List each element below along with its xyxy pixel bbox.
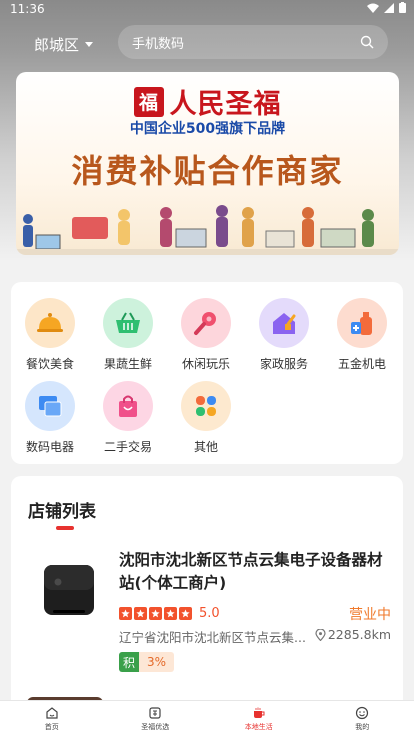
status-time: 11:36 bbox=[10, 2, 45, 16]
points-tag: 积 3% bbox=[119, 652, 175, 672]
location-label: 郎城区 bbox=[34, 36, 80, 54]
chevron-down-icon bbox=[85, 42, 94, 47]
home-icon bbox=[46, 706, 58, 719]
category-label: 果蔬生鲜 bbox=[103, 357, 152, 371]
category-other[interactable]: 其他 bbox=[167, 381, 245, 455]
coffee-icon bbox=[253, 707, 265, 718]
tab-label: 首页 bbox=[44, 722, 59, 731]
category-label: 二手交易 bbox=[103, 440, 152, 454]
category-secondhand[interactable]: 二手交易 bbox=[89, 381, 167, 455]
store-rating: 5.0 bbox=[119, 606, 220, 621]
store-name[interactable]: 沈阳市沈北新区节点云集电子设备器材站(个体工商户) bbox=[119, 549, 394, 595]
category-label: 家政服务 bbox=[259, 357, 308, 371]
store-status: 营业中 bbox=[349, 607, 391, 623]
category-housekeeping[interactable]: 家政服务 bbox=[245, 298, 323, 372]
grid-icon bbox=[181, 381, 231, 431]
house-icon bbox=[259, 298, 309, 348]
devices-icon bbox=[25, 381, 75, 431]
category-digital[interactable]: 数码电器 bbox=[11, 381, 89, 455]
location-pin-icon bbox=[315, 628, 326, 641]
category-hardware[interactable]: 五金机电 bbox=[323, 298, 401, 372]
brand-row: 福 人民圣福 bbox=[16, 82, 399, 121]
bottom-nav: 首页 圣福优选 本地生活 我的 bbox=[0, 700, 414, 736]
category-label: 数码电器 bbox=[25, 440, 74, 454]
shopping-bag-icon bbox=[103, 381, 153, 431]
tab-mine[interactable]: 我的 bbox=[311, 701, 414, 736]
distance-value: 2285.8km bbox=[327, 627, 391, 642]
points-tag-value: 3% bbox=[139, 652, 175, 672]
status-bar: 11:36 bbox=[0, 0, 414, 20]
tab-shengfu-select[interactable]: 圣福优选 bbox=[104, 701, 208, 736]
star-icon bbox=[164, 607, 177, 620]
category-label: 餐饮美食 bbox=[25, 357, 74, 371]
basket-icon bbox=[103, 298, 153, 348]
tab-label: 圣福优选 bbox=[141, 722, 170, 731]
banner-headline: 消费补贴合作商家 bbox=[71, 152, 344, 190]
category-produce[interactable]: 果蔬生鲜 bbox=[89, 298, 167, 372]
section-title: 店铺列表 bbox=[28, 502, 96, 522]
store-thumbnail[interactable] bbox=[29, 556, 109, 624]
location-selector[interactable]: 郎城区 bbox=[34, 34, 94, 55]
search-icon bbox=[360, 35, 374, 49]
brand-seal-logo: 福 bbox=[133, 86, 164, 117]
signal-icon bbox=[384, 2, 394, 13]
star-icon bbox=[179, 607, 192, 620]
category-label: 其他 bbox=[193, 440, 218, 454]
tab-label: 本地生活 bbox=[244, 722, 273, 731]
category-label: 休闲玩乐 bbox=[181, 357, 230, 371]
store-address: 辽宁省沈阳市沈北新区节点云集... bbox=[119, 630, 306, 645]
category-label: 五金机电 bbox=[337, 357, 386, 371]
store-list-section: 店铺列表 沈阳市沈北新区节点云集电子设备器材站(个体工商户) 5.0 营业中 辽… bbox=[11, 476, 403, 716]
microphone-icon bbox=[181, 298, 231, 348]
title-underline bbox=[56, 526, 74, 530]
star-icon bbox=[134, 607, 147, 620]
system-icons bbox=[367, 2, 406, 13]
shoppers-illustration bbox=[16, 205, 399, 255]
header-background: 11:36 郎城区 手机数码 福 人民圣福 中国企业500强旗下品牌 消费补贴合… bbox=[0, 0, 414, 262]
category-food[interactable]: 餐饮美食 bbox=[11, 298, 89, 372]
search-placeholder: 手机数码 bbox=[132, 36, 185, 52]
banner-subtitle: 中国企业500强旗下品牌 bbox=[129, 121, 286, 137]
search-input[interactable]: 手机数码 bbox=[118, 25, 388, 59]
tab-home[interactable]: 首页 bbox=[0, 701, 104, 736]
tab-local-life[interactable]: 本地生活 bbox=[207, 701, 311, 736]
battery-icon bbox=[399, 2, 406, 13]
smile-icon bbox=[356, 706, 369, 719]
brand-name: 人民圣福 bbox=[169, 89, 282, 120]
points-tag-key: 积 bbox=[119, 652, 139, 672]
rating-score: 5.0 bbox=[199, 606, 220, 621]
tab-label: 我的 bbox=[355, 722, 370, 731]
wifi-icon bbox=[367, 3, 379, 13]
spray-bottle-icon bbox=[337, 298, 387, 348]
fu-icon bbox=[149, 706, 161, 719]
star-icon bbox=[119, 607, 132, 620]
category-grid: 餐饮美食 果蔬生鲜 休闲玩乐 家政服务 五金机电 数码电器 二手交易 其他 bbox=[11, 282, 403, 464]
star-icon bbox=[149, 607, 162, 620]
food-cloche-icon bbox=[25, 298, 75, 348]
category-leisure[interactable]: 休闲玩乐 bbox=[167, 298, 245, 372]
store-distance: 2285.8km bbox=[315, 627, 391, 642]
promo-banner[interactable]: 福 人民圣福 中国企业500强旗下品牌 消费补贴合作商家 bbox=[16, 72, 399, 255]
